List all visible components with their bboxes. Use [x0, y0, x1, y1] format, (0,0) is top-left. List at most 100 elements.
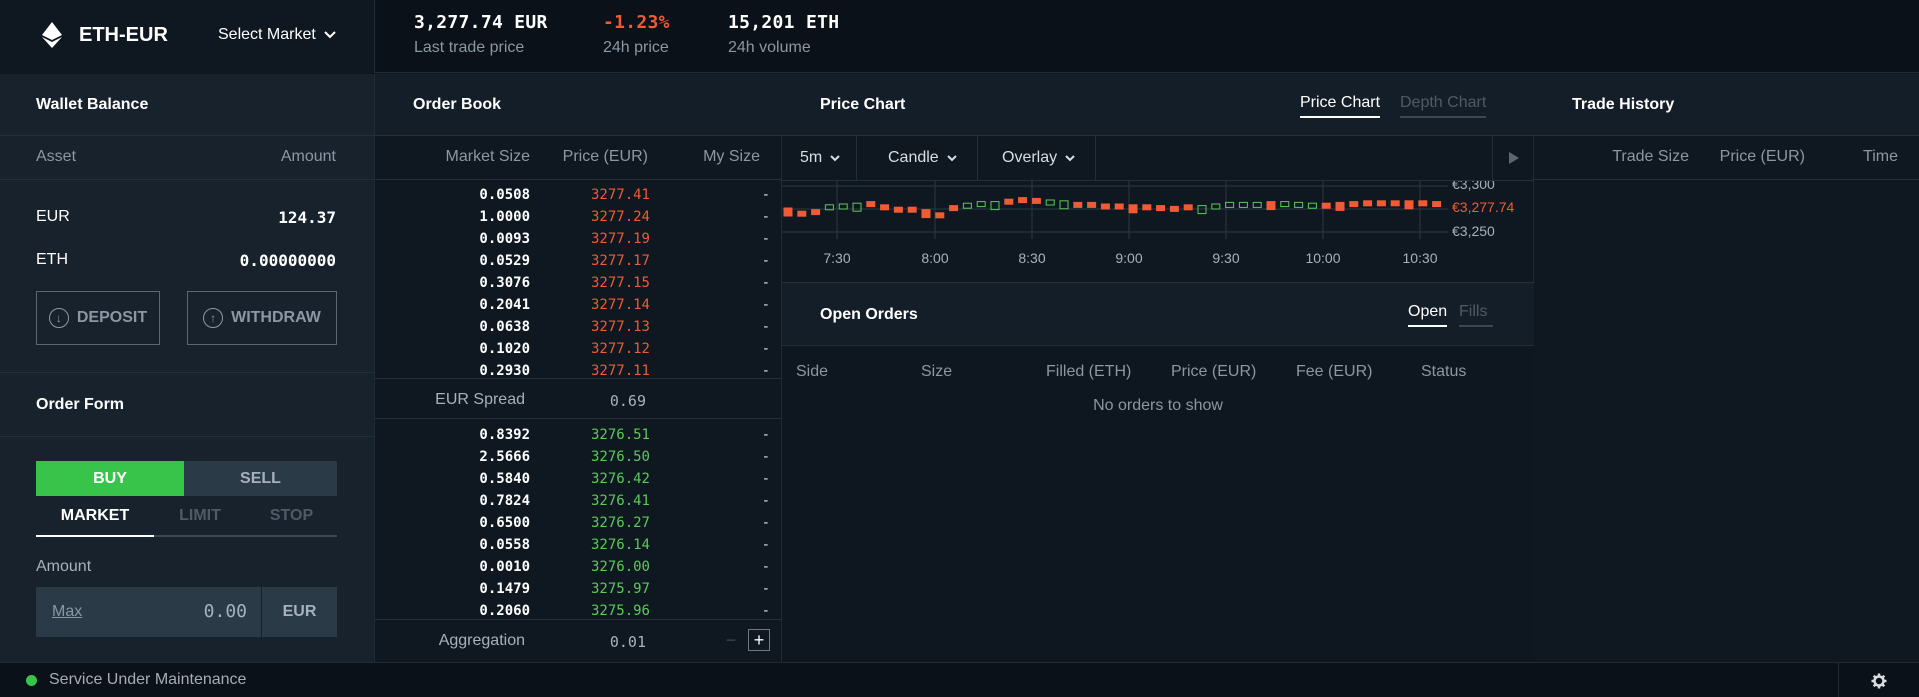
ask-price: 3277.41 [590, 187, 650, 203]
divider [782, 345, 1534, 346]
tab-limit[interactable]: LIMIT [154, 507, 246, 537]
ask-my-size: - [761, 319, 770, 335]
candle [949, 205, 959, 212]
divider [375, 418, 781, 419]
ask-size: 0.2930 [479, 363, 530, 379]
candle [783, 207, 793, 217]
ask-row[interactable]: 0.0529 3277.17 - [375, 250, 782, 272]
candle [1280, 201, 1290, 208]
open-orders-title: Open Orders [820, 306, 918, 323]
bid-price: 3276.41 [590, 493, 650, 509]
tab-stop[interactable]: STOP [246, 507, 337, 537]
chart-play-button[interactable] [1492, 136, 1534, 180]
bid-my-size: - [761, 471, 770, 487]
candle [1432, 201, 1442, 208]
bid-price: 3276.42 [590, 471, 650, 487]
candle [1114, 203, 1124, 210]
trade-price-header: Price (EUR) [1719, 148, 1805, 165]
aggregation-label: Aggregation [438, 632, 525, 649]
candle [1211, 203, 1221, 210]
arrow-down-circle-icon: ↓ [48, 308, 69, 328]
volume-label: 24h volume [728, 39, 811, 56]
candle [921, 209, 931, 219]
candle [1031, 197, 1041, 204]
max-link[interactable]: Max [52, 603, 82, 621]
candle [1404, 200, 1414, 210]
bid-my-size: - [761, 559, 770, 575]
candle [1018, 197, 1028, 204]
ask-row[interactable]: 0.0638 3277.13 - [375, 316, 782, 338]
candle [1307, 202, 1317, 209]
bid-row[interactable]: 0.1479 3275.97 - [375, 578, 782, 600]
bid-size: 0.5840 [479, 471, 530, 487]
market-pair: ETH-EUR [79, 24, 168, 46]
aggregation-increase-button[interactable]: + [748, 629, 770, 651]
ask-row[interactable]: 0.3076 3277.15 - [375, 272, 782, 294]
sell-button[interactable]: SELL [184, 461, 337, 496]
deposit-button[interactable]: ↓ DEPOSIT [36, 291, 160, 345]
tab-fills[interactable]: Fills [1459, 303, 1493, 327]
bid-row[interactable]: 0.7824 3276.41 - [375, 490, 782, 512]
ask-price: 3277.19 [590, 231, 650, 247]
bid-price: 3275.96 [590, 603, 650, 619]
x-tick-label: 10:00 [1305, 250, 1340, 266]
amount-input[interactable]: Max 0.00 EUR [36, 587, 337, 637]
bid-my-size: - [761, 493, 770, 509]
select-market-dropdown[interactable]: Select Market [218, 26, 336, 44]
bid-my-size: - [761, 515, 770, 531]
order-form-section: Order Form BUY SELL MARKET LIMIT STOP Am… [0, 372, 374, 662]
tab-depth-chart[interactable]: Depth Chart [1400, 94, 1487, 118]
divider [1534, 135, 1919, 136]
col-price: Price (EUR) [1171, 363, 1257, 380]
overlay-dropdown[interactable]: Overlay [982, 136, 1097, 180]
bid-row[interactable]: 0.6500 3276.27 - [375, 512, 782, 534]
candle [1197, 205, 1207, 215]
interval-dropdown[interactable]: 5m [782, 136, 858, 180]
tab-market[interactable]: MARKET [36, 507, 154, 537]
col-status: Status [1421, 363, 1467, 380]
select-market-label: Select Market [218, 26, 316, 43]
divider [375, 378, 781, 379]
ask-size: 0.0529 [479, 253, 530, 269]
ask-my-size: - [761, 297, 770, 313]
bid-price: 3276.51 [590, 427, 650, 443]
x-tick-label: 8:00 [921, 250, 948, 266]
bid-my-size: - [761, 603, 770, 619]
tab-open[interactable]: Open [1408, 303, 1448, 327]
ask-my-size: - [761, 209, 770, 225]
candle [907, 206, 917, 213]
y-tick-3250: €3,250 [1452, 223, 1495, 239]
ask-my-size: - [761, 363, 770, 379]
ask-row[interactable]: 0.2041 3277.14 - [375, 294, 782, 316]
status-dot-icon [26, 675, 37, 686]
aggregation-decrease-button[interactable]: − [720, 629, 742, 651]
bid-my-size: - [761, 581, 770, 597]
ask-size: 1.0000 [479, 209, 530, 225]
ask-row[interactable]: 0.0508 3277.41 - [375, 184, 782, 206]
candle [1294, 201, 1304, 208]
candle [1059, 200, 1069, 210]
chart-style-dropdown[interactable]: Candle [868, 136, 978, 180]
divider [375, 179, 781, 180]
ask-size: 0.0508 [479, 187, 530, 203]
overlay-label: Overlay [1002, 149, 1058, 166]
trade-time-header: Time [1863, 148, 1898, 165]
trade-size-header: Trade Size [1612, 148, 1689, 165]
ask-row[interactable]: 0.0093 3277.19 - [375, 228, 782, 250]
tab-price-chart[interactable]: Price Chart [1300, 94, 1381, 118]
buy-button[interactable]: BUY [36, 461, 184, 496]
chevron-down-icon [830, 154, 840, 161]
candle [811, 209, 821, 216]
settings-button[interactable] [1838, 663, 1919, 697]
last-trade-label: Last trade price [414, 39, 525, 56]
withdraw-button[interactable]: ↑ WITHDRAW [187, 291, 337, 345]
ask-row[interactable]: 0.1020 3277.12 - [375, 338, 782, 360]
ask-size: 0.0093 [479, 231, 530, 247]
bid-row[interactable]: 0.5840 3276.42 - [375, 468, 782, 490]
bid-row[interactable]: 0.8392 3276.51 - [375, 424, 782, 446]
ask-row[interactable]: 1.0000 3277.24 - [375, 206, 782, 228]
bid-row[interactable]: 0.0010 3276.00 - [375, 556, 782, 578]
candle [1238, 201, 1248, 208]
bid-row[interactable]: 2.5666 3276.50 - [375, 446, 782, 468]
bid-row[interactable]: 0.0558 3276.14 - [375, 534, 782, 556]
